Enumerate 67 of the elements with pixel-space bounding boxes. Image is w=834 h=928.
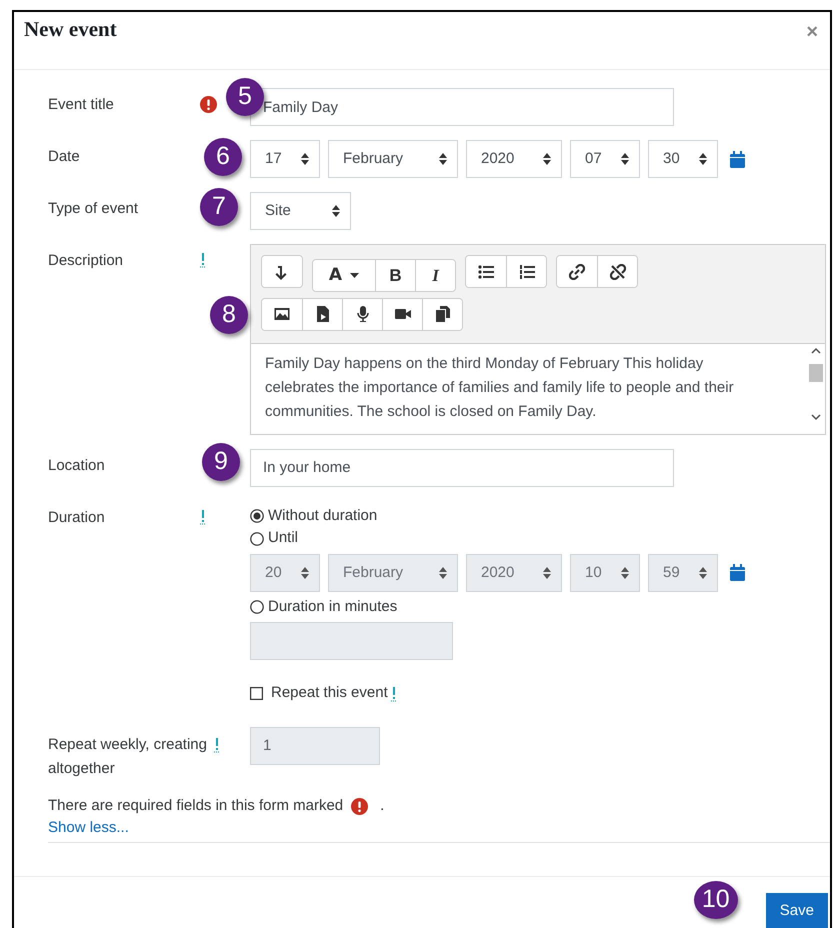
dialog-title: New event [24,16,117,43]
sort-icon [543,566,551,579]
date-select[interactable]: 07 [570,140,640,178]
sort-icon [332,205,340,217]
microphone-icon [354,306,370,322]
type-select[interactable]: Site [250,192,351,230]
date-select: 2020 [466,554,562,592]
calendar-icon [730,564,745,582]
sort-icon [439,566,447,579]
sort-icon [439,153,447,165]
sort-icon [699,153,707,165]
note-period: . [380,796,384,816]
date-select[interactable]: 2020 [466,140,562,178]
sort-icon [301,566,309,579]
file-icon [314,306,330,322]
radio-label: Until [268,528,298,548]
calendar-icon [730,150,745,168]
callout-badge: 9 [202,442,240,481]
date-select: February [328,554,458,592]
bulleted-list-icon [478,264,494,280]
close-button[interactable]: × [802,22,822,42]
radio-button[interactable] [250,600,264,614]
sort-icon [543,153,551,165]
image-icon [274,306,290,322]
date-select: 59 [648,554,718,592]
date-select: 10 [570,554,640,592]
toolbar-button[interactable] [506,256,546,287]
radio-label: Without duration [268,506,378,526]
callout-badge: 6 [204,138,242,176]
required-icon [351,798,368,814]
sort-icon [621,153,629,165]
field-label: Location [48,456,105,474]
sort-icon [301,153,309,165]
callout-badge: 5 [226,78,264,116]
link-icon [569,264,585,280]
caret-icon [350,272,360,278]
field-label: Description [48,252,124,269]
date-select[interactable]: 17 [250,140,320,178]
callout-badge: 10 [694,881,738,919]
required-note: There are required fields in this form marked [48,796,344,816]
text-field[interactable]: In your home [250,448,674,487]
checkbox[interactable] [250,687,263,700]
show-less-link[interactable]: Show less... [48,817,129,840]
field-label: Event title [48,96,114,113]
date-select[interactable]: February [328,140,458,178]
save-button[interactable]: Save [766,893,828,928]
toolbar-button[interactable] [597,256,637,287]
field-label: Date [48,148,80,165]
field-label: Repeat weekly, creating altogether [48,734,208,779]
toolbar-button[interactable] [422,298,462,330]
text-field[interactable]: Family Day [250,88,674,126]
date-select: 20 [250,554,320,592]
callout-badge: 8 [210,296,248,334]
copy-icon [434,306,450,322]
sort-icon [699,566,707,579]
radio-button[interactable] [250,532,264,546]
radio-button[interactable] [250,509,264,523]
sort-icon [621,566,629,579]
numbered-list-icon [518,264,534,280]
date-select[interactable]: 30 [648,140,718,178]
field-label: Duration [48,508,105,526]
checkbox-label: Repeat this event [271,683,388,704]
callout-badge: 7 [200,188,238,226]
field-label: Type of event [48,200,138,217]
toolbar-button[interactable]: I [415,260,455,291]
radio-label: Duration in minutes [268,596,398,617]
unlink-icon [610,264,626,280]
